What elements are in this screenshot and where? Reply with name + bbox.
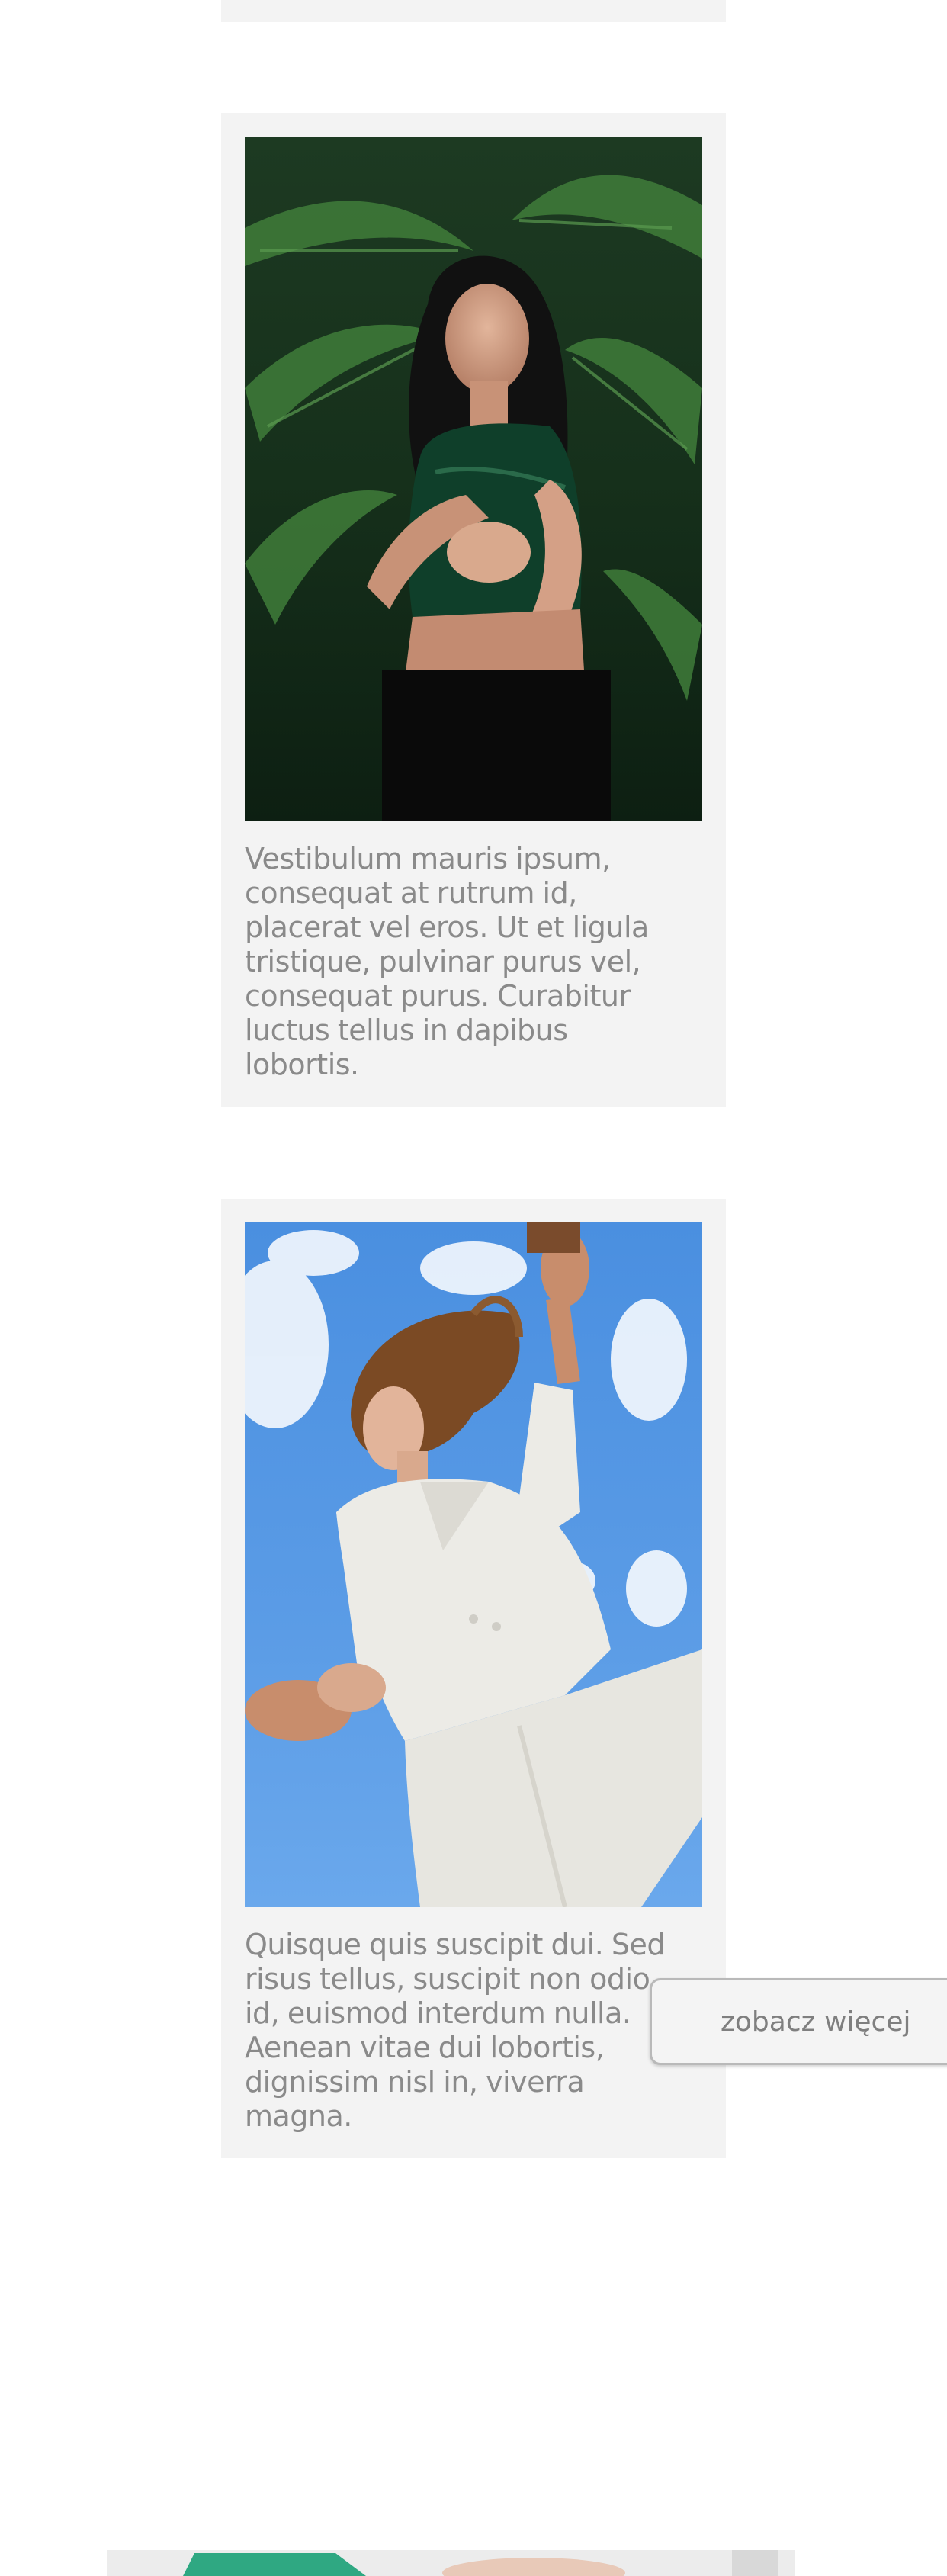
see-more-button[interactable]: zobacz więcej <box>650 1978 947 2065</box>
jungle-portrait-image <box>245 137 702 821</box>
card-photo[interactable] <box>245 1222 702 1907</box>
next-card-image <box>107 2550 795 2576</box>
card-photo[interactable] <box>245 137 702 821</box>
card-caption: Quisque quis suscipit dui. Sed risus tel… <box>245 1928 665 2133</box>
card-caption: Vestibulum mauris ipsum, consequat at ru… <box>245 842 649 1081</box>
sky-portrait-image <box>245 1222 702 1907</box>
previous-card-bottom <box>221 0 726 22</box>
next-card-top <box>107 2550 795 2576</box>
gallery-card[interactable]: Vestibulum mauris ipsum, consequat at ru… <box>221 113 726 1107</box>
